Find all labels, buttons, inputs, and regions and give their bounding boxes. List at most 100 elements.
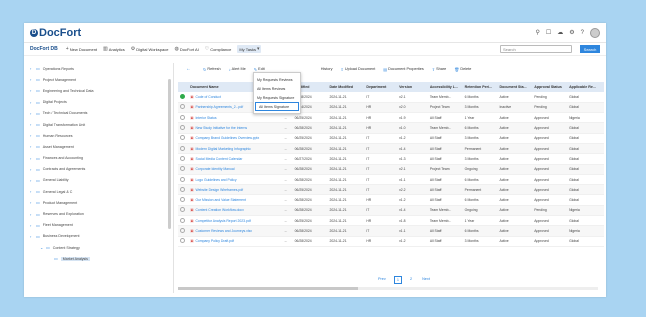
empty-circle-icon[interactable] — [180, 207, 185, 213]
chevron-right-icon[interactable]: › — [30, 234, 33, 239]
chevron-right-icon[interactable]: › — [30, 133, 33, 138]
sidebar-item[interactable]: › ▭ Business Development — [28, 231, 173, 242]
row-menu-button[interactable]: ... — [282, 153, 293, 165]
sidebar-item[interactable]: › ▭ Finances and Accounting — [28, 153, 173, 164]
row-select-checkbox[interactable] — [178, 174, 189, 186]
row-select-checkbox[interactable] — [178, 92, 189, 103]
docfort-ai-button[interactable]: ◍ DocFort AI — [174, 46, 198, 52]
empty-circle-icon[interactable] — [180, 238, 185, 244]
next-page-button[interactable]: Next — [420, 276, 432, 284]
row-select-checkbox[interactable] — [178, 112, 189, 124]
column-header[interactable]: Accessibility L... — [427, 82, 463, 92]
search-icon[interactable]: ⚲ — [535, 29, 539, 36]
dropdown-item-all-items-reviews[interactable]: All Items Reviews — [254, 84, 300, 93]
document-properties-button[interactable]: ▤ Document Properties — [383, 67, 423, 72]
chevron-right-icon[interactable]: › — [30, 122, 33, 127]
sidebar-item[interactable]: › ▭ General Legal & C — [28, 186, 173, 197]
empty-circle-icon[interactable] — [180, 197, 185, 203]
table-row[interactable]: ▣Partnership Agreements_2...pdf...06/14/… — [178, 102, 604, 114]
sidebar-item[interactable]: › ▭ General Liability — [28, 175, 173, 186]
row-select-checkbox[interactable] — [178, 205, 189, 217]
chevron-right-icon[interactable]: › — [30, 223, 33, 228]
row-menu-button[interactable]: ... — [282, 194, 293, 206]
sidebar-item[interactable]: › ▭ Operations Reports — [28, 63, 173, 74]
sidebar-item[interactable]: › ▭ Asset Management — [28, 141, 173, 152]
refresh-button[interactable]: ↻ Refresh — [203, 67, 221, 72]
document-name[interactable]: Company Brand Guidelines Overview.pptx — [195, 136, 259, 140]
search-input[interactable]: Search — [500, 45, 572, 53]
user-avatar[interactable] — [590, 27, 600, 38]
row-menu-button[interactable]: ... — [282, 164, 293, 175]
document-name-cell[interactable]: ▣ Logo Guidelines and Policy — [188, 174, 283, 186]
sidebar-item[interactable]: › ▭ Digital Transformation Unit — [28, 119, 173, 130]
row-menu-button[interactable]: ... — [282, 215, 293, 227]
row-select-checkbox[interactable] — [178, 143, 189, 155]
row-menu-button[interactable]: ... — [282, 225, 293, 237]
document-name-cell[interactable]: ▣ Interior Status — [188, 112, 283, 124]
document-name[interactable]: Competitor Analysis Report 2023.pdf — [195, 219, 250, 223]
chevron-right-icon[interactable]: › — [30, 212, 33, 217]
table-row[interactable]: ▣ Modern Digital Marketing Infographic...… — [178, 143, 604, 155]
sidebar-item[interactable]: › ▭ Fleet Management — [28, 220, 173, 231]
document-name-cell[interactable]: ▣ Corporate Identity Manual — [188, 164, 283, 175]
chat-icon[interactable]: ☐ — [546, 29, 551, 36]
document-name-cell[interactable]: ▣ Website Design Wireframes.pdf — [188, 184, 283, 196]
sidebar-item[interactable]: › ▭ Product Management — [28, 197, 173, 208]
chevron-down-icon[interactable]: ⌄ — [40, 245, 43, 250]
check-circle-icon[interactable] — [180, 93, 185, 99]
table-row[interactable]: ▣ Website Design Wireframes.pdf... 06/25/2… — [178, 184, 604, 196]
empty-circle-icon[interactable] — [180, 145, 185, 151]
document-name[interactable]: Customer Reviews and Journeys.xlsx — [195, 229, 252, 233]
row-select-checkbox[interactable] — [178, 133, 189, 144]
document-name-cell[interactable]: ▣ Company Policy Draft.pdf — [188, 236, 283, 247]
document-name[interactable]: Company Policy Draft.pdf — [195, 239, 233, 243]
sidebar-item[interactable]: › ▭ Digital Projects — [28, 97, 173, 108]
sidebar-item[interactable]: › ▭ Contracts and Agreements — [28, 164, 173, 175]
document-name[interactable]: Website Design Wireframes.pdf — [195, 188, 243, 192]
document-name[interactable]: Modern Digital Marketing Infographic — [195, 147, 250, 151]
delete-button[interactable]: 🗑 Delete — [454, 67, 471, 72]
digital-workspace-button[interactable]: ⚙ Digital Workspace — [131, 46, 169, 52]
table-row[interactable]: ▣ Competitor Analysis Report 2023.pdf... 0… — [178, 215, 604, 227]
empty-circle-icon[interactable] — [180, 176, 185, 182]
row-menu-button[interactable]: ... — [282, 143, 293, 155]
document-name[interactable]: Social Media Content Calendar — [195, 157, 242, 161]
dropdown-item-my-requests-reviews[interactable]: My Requests Reviews — [254, 75, 300, 84]
back-arrow-icon[interactable]: ← — [186, 66, 191, 72]
row-select-checkbox[interactable] — [178, 184, 189, 196]
chevron-right-icon[interactable]: › — [30, 156, 33, 161]
my-tasks-button[interactable]: My Tasks ▾ — [237, 45, 262, 53]
table-row[interactable]: ▣Code of Conduct...06/28/20242024-11-21I… — [178, 92, 604, 103]
upload-document-button[interactable]: ⇧ Upload Document — [341, 67, 376, 72]
row-menu-button[interactable]: ... — [282, 184, 293, 196]
docfort-logo[interactable]: D DocFort — [30, 27, 81, 39]
chevron-right-icon[interactable]: › — [30, 178, 33, 183]
empty-circle-icon[interactable] — [180, 217, 185, 223]
new-document-button[interactable]: + New Document — [66, 46, 97, 52]
row-select-checkbox[interactable] — [178, 102, 189, 114]
sidebar-item[interactable]: › ▭ Reserves and Exploration — [28, 208, 173, 219]
sidebar-item[interactable]: › ▭ Project Management — [28, 74, 173, 85]
document-name[interactable]: Content Creation Workflow.docx — [195, 208, 243, 212]
column-header[interactable]: Applicable Re... — [567, 82, 604, 92]
table-row[interactable]: ▣ Interior Status... 06/25/2024 2024-11-21 H… — [178, 112, 604, 124]
app-brand[interactable]: DocFort DB — [30, 46, 58, 52]
chevron-right-icon[interactable]: › — [30, 66, 33, 71]
document-name[interactable]: Partnership Agreements_2...pdf — [195, 105, 243, 109]
table-row[interactable]: ▣ Customer Reviews and Journeys.xlsx... 06… — [178, 225, 604, 237]
row-menu-button[interactable]: ... — [282, 205, 293, 217]
edit-button[interactable]: ✎ Edit — [254, 67, 265, 72]
chevron-right-icon[interactable]: › — [30, 200, 33, 205]
row-menu-button[interactable]: ... — [282, 122, 293, 134]
document-name[interactable]: Interior Status — [195, 116, 216, 120]
document-name[interactable]: New Study Initiative for the Interns — [195, 126, 247, 130]
column-header[interactable] — [178, 82, 189, 92]
empty-circle-icon[interactable] — [180, 155, 185, 161]
row-menu-button[interactable]: ... — [282, 236, 293, 247]
sidebar-item[interactable]: › ▭ Human Resources — [28, 130, 173, 141]
compliance-button[interactable]: ♡ Compliance — [205, 46, 232, 52]
row-select-checkbox[interactable] — [178, 164, 189, 175]
column-header[interactable]: Approval Status — [532, 82, 568, 92]
row-select-checkbox[interactable] — [178, 153, 189, 165]
chevron-right-icon[interactable]: › — [30, 100, 33, 105]
